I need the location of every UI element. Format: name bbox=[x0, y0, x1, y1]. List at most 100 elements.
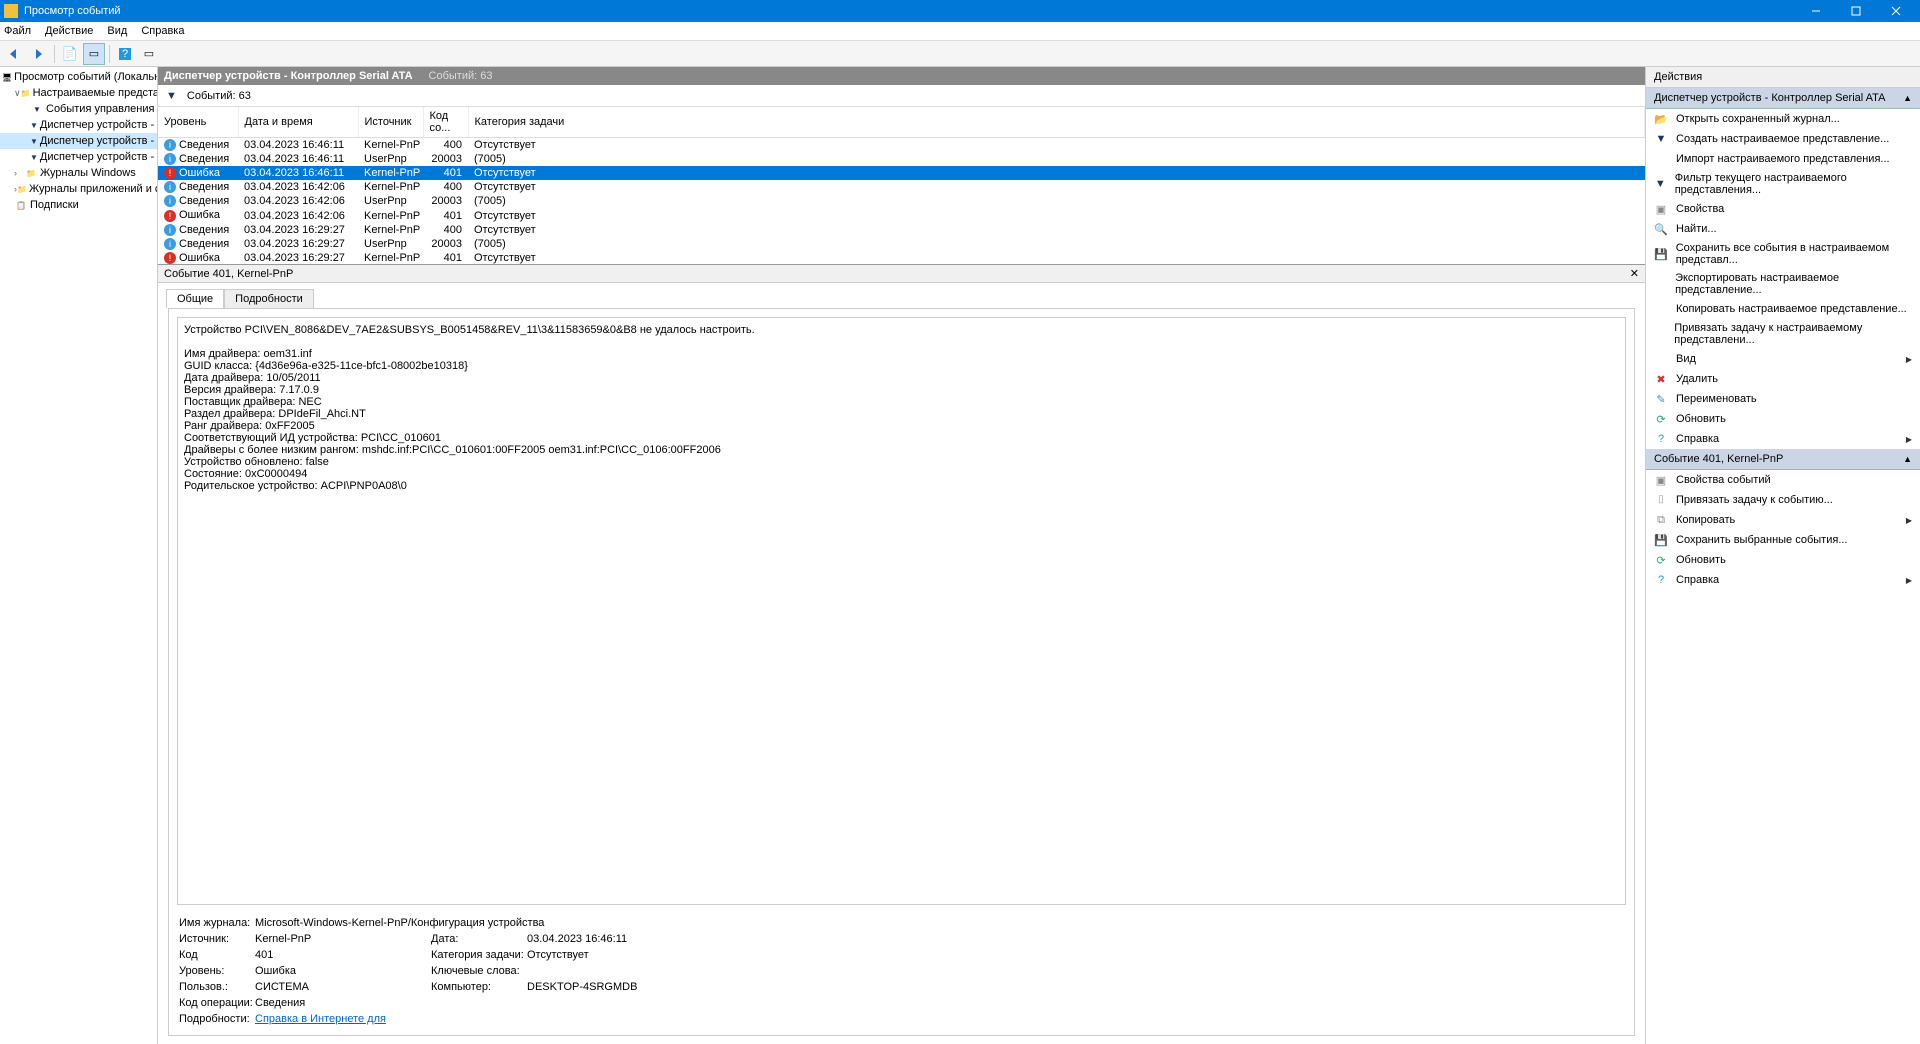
actions-section-event: Событие 401, Kernel-PnP ▲ bbox=[1646, 449, 1920, 470]
table-row[interactable]: !Ошибка03.04.2023 16:42:06Kernel-PnP401О… bbox=[158, 208, 1645, 222]
table-row[interactable]: iСведения03.04.2023 16:29:27Kernel-PnP40… bbox=[158, 223, 1645, 237]
action-label: Справка bbox=[1676, 574, 1719, 586]
meta-value: Сведения bbox=[255, 997, 1624, 1009]
folder-icon: 📁 bbox=[17, 183, 27, 195]
action-rename[interactable]: ✎Переименовать bbox=[1646, 389, 1920, 409]
refresh-icon: ⟳ bbox=[1654, 412, 1668, 426]
action-open-saved[interactable]: 📂Открыть сохраненный журнал... bbox=[1646, 109, 1920, 129]
menu-view[interactable]: Вид bbox=[107, 25, 127, 37]
col-level[interactable]: Уровень bbox=[158, 107, 238, 138]
meta-value: Ошибка bbox=[255, 965, 425, 977]
submenu-arrow-icon: ▶ bbox=[1906, 576, 1912, 585]
forward-button[interactable] bbox=[28, 43, 50, 65]
tree-windows-logs[interactable]: › 📁 Журналы Windows bbox=[0, 165, 157, 181]
action-save-all[interactable]: 💾Сохранить все события в настраиваемом п… bbox=[1646, 239, 1920, 269]
action-refresh[interactable]: ⟳ Обновить bbox=[1646, 409, 1920, 429]
table-row[interactable]: iСведения03.04.2023 16:42:06UserPnp20003… bbox=[158, 194, 1645, 208]
action-event-refresh[interactable]: ⟳Обновить bbox=[1646, 550, 1920, 570]
tree-app-logs[interactable]: › 📁 Журналы приложений и сл bbox=[0, 181, 157, 197]
toolbar-btn-2[interactable]: ▭ bbox=[83, 43, 105, 65]
meta-value: Отсутствует bbox=[527, 949, 1624, 961]
tab-details[interactable]: Подробности bbox=[224, 289, 314, 308]
col-date[interactable]: Дата и время bbox=[238, 107, 358, 138]
funnel-icon[interactable]: ▼ bbox=[166, 90, 177, 102]
detail-title: Событие 401, Kernel-PnP bbox=[164, 268, 293, 280]
tree-dm2[interactable]: ▼ Диспетчер устройств - К bbox=[0, 133, 157, 149]
center-title: Диспетчер устройств - Контроллер Serial … bbox=[164, 70, 413, 82]
menu-file[interactable]: Файл bbox=[4, 25, 31, 37]
meta-value: DESKTOP-4SRGMDB bbox=[527, 981, 1624, 993]
close-detail-button[interactable]: ✕ bbox=[1630, 267, 1639, 280]
action-delete[interactable]: ✖Удалить bbox=[1646, 369, 1920, 389]
action-event-attach[interactable]: ⌷Привязать задачу к событию... bbox=[1646, 490, 1920, 510]
back-button[interactable] bbox=[4, 43, 26, 65]
eventviewer-icon: 🖥 bbox=[2, 71, 12, 83]
action-view[interactable]: Вид▶ bbox=[1646, 349, 1920, 369]
action-import-view[interactable]: Импорт настраиваемого представления... bbox=[1646, 149, 1920, 169]
close-button[interactable] bbox=[1876, 0, 1916, 22]
action-create-view[interactable]: ▼Создать настраиваемое представление... bbox=[1646, 129, 1920, 149]
nav-tree[interactable]: 🖥 Просмотр событий (Локальны ∨ 📁 Настраи… bbox=[0, 67, 158, 1044]
action-label: Обновить bbox=[1676, 413, 1726, 425]
action-label: Вид bbox=[1676, 353, 1696, 365]
expand-toggle[interactable]: › bbox=[14, 168, 24, 178]
col-source[interactable]: Источник bbox=[358, 107, 423, 138]
table-row[interactable]: !Ошибка03.04.2023 16:29:27Kernel-PnP401О… bbox=[158, 251, 1645, 265]
collapse-icon[interactable]: ▲ bbox=[1903, 454, 1912, 464]
expand-toggle[interactable]: ∨ bbox=[14, 88, 21, 99]
meta-label: Код операции: bbox=[179, 997, 249, 1009]
help-button[interactable]: ? bbox=[114, 43, 136, 65]
help-icon: ? bbox=[1654, 432, 1668, 446]
table-row[interactable]: iСведения03.04.2023 16:29:27UserPnp20003… bbox=[158, 237, 1645, 251]
tree-dm3[interactable]: ▼ Диспетчер устройств - Н bbox=[0, 149, 157, 165]
meta-grid: Имя журнала: Microsoft-Windows-Kernel-Pn… bbox=[169, 913, 1634, 1035]
action-event-help[interactable]: ?Справка▶ bbox=[1646, 570, 1920, 590]
col-task[interactable]: Категория задачи bbox=[468, 107, 1645, 138]
show-hide-tree-button[interactable]: 📄 bbox=[59, 43, 81, 65]
minimize-button[interactable] bbox=[1796, 0, 1836, 22]
meta-label: Код bbox=[179, 949, 249, 961]
online-help-link[interactable]: Справка в Интернете для bbox=[255, 1013, 1624, 1025]
table-row[interactable]: iСведения03.04.2023 16:46:11UserPnp20003… bbox=[158, 152, 1645, 166]
maximize-button[interactable] bbox=[1836, 0, 1876, 22]
action-properties[interactable]: ▣Свойства bbox=[1646, 199, 1920, 219]
action-find[interactable]: 🔍Найти... bbox=[1646, 219, 1920, 239]
menu-help[interactable]: Справка bbox=[141, 25, 184, 37]
action-event-props[interactable]: ▣Свойства событий bbox=[1646, 470, 1920, 490]
col-code[interactable]: Код со... bbox=[423, 107, 468, 138]
action-help[interactable]: ?Справка▶ bbox=[1646, 429, 1920, 449]
menu-action[interactable]: Действие bbox=[45, 25, 93, 37]
action-filter-current[interactable]: ▼Фильтр текущего настраиваемого представ… bbox=[1646, 169, 1920, 199]
actions-header: Действия bbox=[1646, 67, 1920, 88]
action-export[interactable]: Экспортировать настраиваемое представлен… bbox=[1646, 269, 1920, 299]
action-label: Свойства bbox=[1676, 203, 1724, 215]
action-event-copy[interactable]: ⧉Копировать▶ bbox=[1646, 510, 1920, 530]
table-row[interactable]: iСведения03.04.2023 16:42:06Kernel-PnP40… bbox=[158, 180, 1645, 194]
toolbar-separator bbox=[54, 45, 55, 63]
tree-dm1[interactable]: ▼ Диспетчер устройств - Н bbox=[0, 117, 157, 133]
action-label: Привязать задачу к настраиваемому предст… bbox=[1674, 322, 1912, 346]
event-grid[interactable]: Уровень Дата и время Источник Код со... … bbox=[158, 107, 1645, 265]
action-label: Удалить bbox=[1676, 373, 1718, 385]
section-title: Событие 401, Kernel-PnP bbox=[1654, 453, 1783, 465]
table-row[interactable]: !Ошибка03.04.2023 16:46:11Kernel-PnP401О… bbox=[158, 166, 1645, 180]
action-copy-view[interactable]: Копировать настраиваемое представление..… bbox=[1646, 299, 1920, 319]
action-event-save[interactable]: 💾Сохранить выбранные события... bbox=[1646, 530, 1920, 550]
action-attach-task[interactable]: Привязать задачу к настраиваемому предст… bbox=[1646, 319, 1920, 349]
collapse-icon[interactable]: ▲ bbox=[1903, 93, 1912, 103]
filter-icon: ▼ bbox=[30, 135, 38, 147]
filter-icon: ▼ bbox=[1654, 177, 1667, 191]
table-row[interactable]: iСведения03.04.2023 16:46:11Kernel-PnP40… bbox=[158, 138, 1645, 153]
tree-subscriptions[interactable]: 📋 Подписки bbox=[0, 197, 157, 213]
meta-value: Kernel-PnP bbox=[255, 933, 425, 945]
tree-custom-views[interactable]: ∨ 📁 Настраиваемые представле bbox=[0, 85, 157, 101]
tree-admin-events[interactable]: ▼ События управления bbox=[0, 101, 157, 117]
event-message[interactable]: Устройство PCI\VEN_8086&DEV_7AE2&SUBSYS_… bbox=[177, 317, 1626, 905]
toolbar-btn-3[interactable]: ▭ bbox=[138, 43, 160, 65]
tree-label: Диспетчер устройств - Н bbox=[40, 151, 158, 163]
tab-general[interactable]: Общие bbox=[166, 289, 224, 308]
details-panel: Устройство PCI\VEN_8086&DEV_7AE2&SUBSYS_… bbox=[168, 308, 1635, 1036]
refresh-icon: ⟳ bbox=[1654, 553, 1668, 567]
tree-root[interactable]: 🖥 Просмотр событий (Локальны bbox=[0, 69, 157, 85]
center-count: Событий: 63 bbox=[429, 70, 493, 82]
